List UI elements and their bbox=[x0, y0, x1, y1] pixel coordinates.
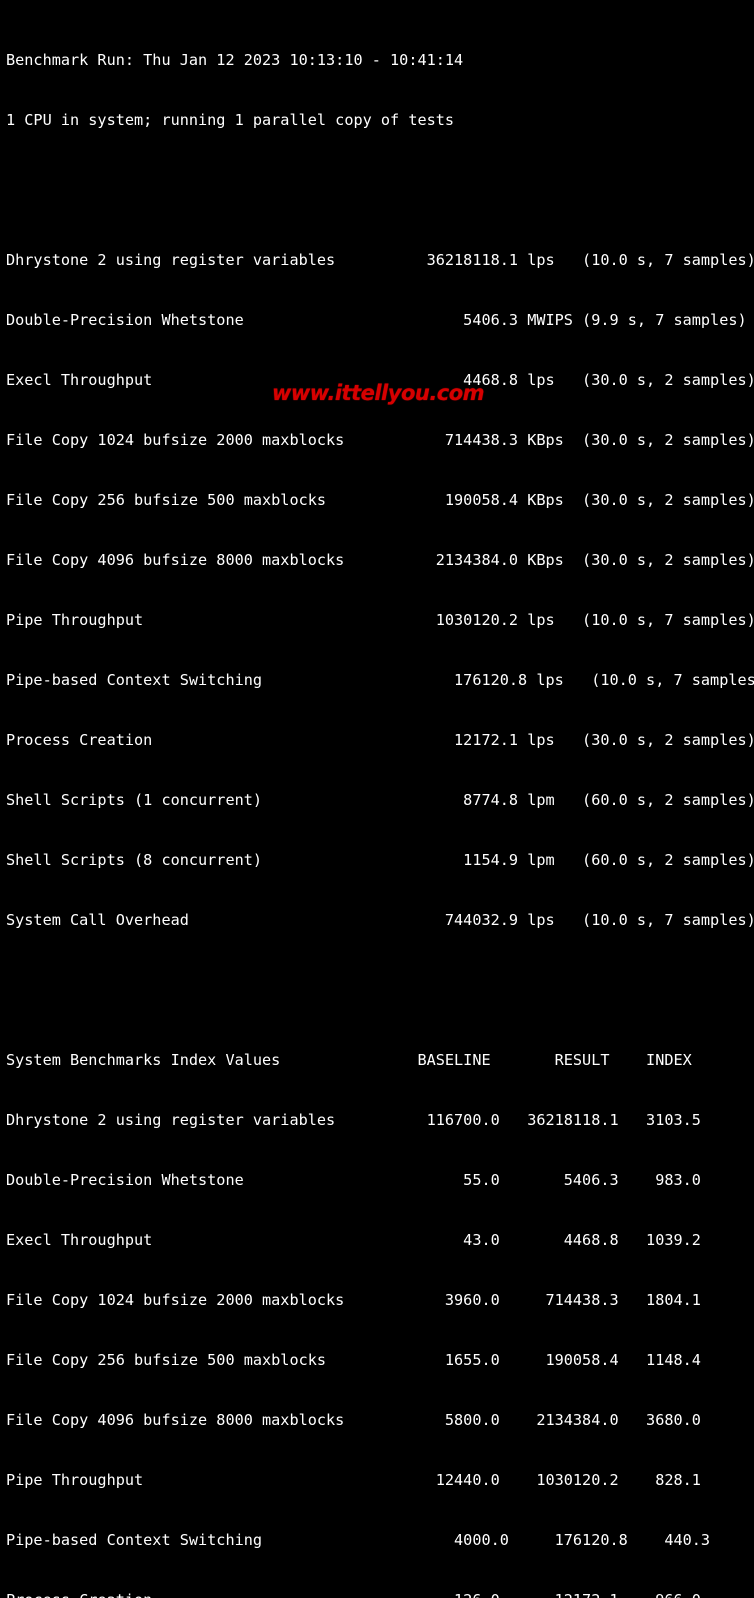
result-line: Pipe Throughput 1030120.2 lps (10.0 s, 7… bbox=[6, 611, 754, 629]
index-table-header: System Benchmarks Index Values BASELINE … bbox=[6, 1051, 692, 1069]
index-row: File Copy 256 bufsize 500 maxblocks 1655… bbox=[6, 1351, 701, 1369]
index-row: File Copy 1024 bufsize 2000 maxblocks 39… bbox=[6, 1291, 701, 1309]
result-line: Shell Scripts (8 concurrent) 1154.9 lpm … bbox=[6, 851, 754, 869]
cpu-info-line: 1 CPU in system; running 1 parallel copy… bbox=[6, 111, 455, 129]
index-row: Double-Precision Whetstone 55.0 5406.3 9… bbox=[6, 1171, 701, 1189]
result-line: Execl Throughput 4468.8 lps (30.0 s, 2 s… bbox=[6, 371, 754, 389]
result-line: Dhrystone 2 using register variables 362… bbox=[6, 251, 754, 269]
index-row: Execl Throughput 43.0 4468.8 1039.2 bbox=[6, 1231, 701, 1249]
result-line: System Call Overhead 744032.9 lps (10.0 … bbox=[6, 911, 754, 929]
index-row: File Copy 4096 bufsize 8000 maxblocks 58… bbox=[6, 1411, 701, 1429]
benchmark-run-line: Benchmark Run: Thu Jan 12 2023 10:13:10 … bbox=[6, 51, 464, 69]
result-line: Pipe-based Context Switching 176120.8 lp… bbox=[6, 671, 754, 689]
result-line: File Copy 256 bufsize 500 maxblocks 1900… bbox=[6, 491, 754, 509]
result-line: File Copy 4096 bufsize 8000 maxblocks 21… bbox=[6, 551, 754, 569]
result-line: File Copy 1024 bufsize 2000 maxblocks 71… bbox=[6, 431, 754, 449]
terminal-output[interactable]: Benchmark Run: Thu Jan 12 2023 10:13:10 … bbox=[0, 0, 754, 1598]
index-row: Process Creation 126.0 12172.1 966.0 bbox=[6, 1590, 754, 1598]
result-line: Shell Scripts (1 concurrent) 8774.8 lpm … bbox=[6, 791, 754, 809]
result-line: Double-Precision Whetstone 5406.3 MWIPS … bbox=[6, 311, 747, 329]
index-row: Dhrystone 2 using register variables 116… bbox=[6, 1111, 701, 1129]
index-row: Pipe Throughput 12440.0 1030120.2 828.1 bbox=[6, 1471, 701, 1489]
index-row: Pipe-based Context Switching 4000.0 1761… bbox=[6, 1531, 711, 1549]
result-line: Process Creation 12172.1 lps (30.0 s, 2 … bbox=[6, 731, 754, 749]
